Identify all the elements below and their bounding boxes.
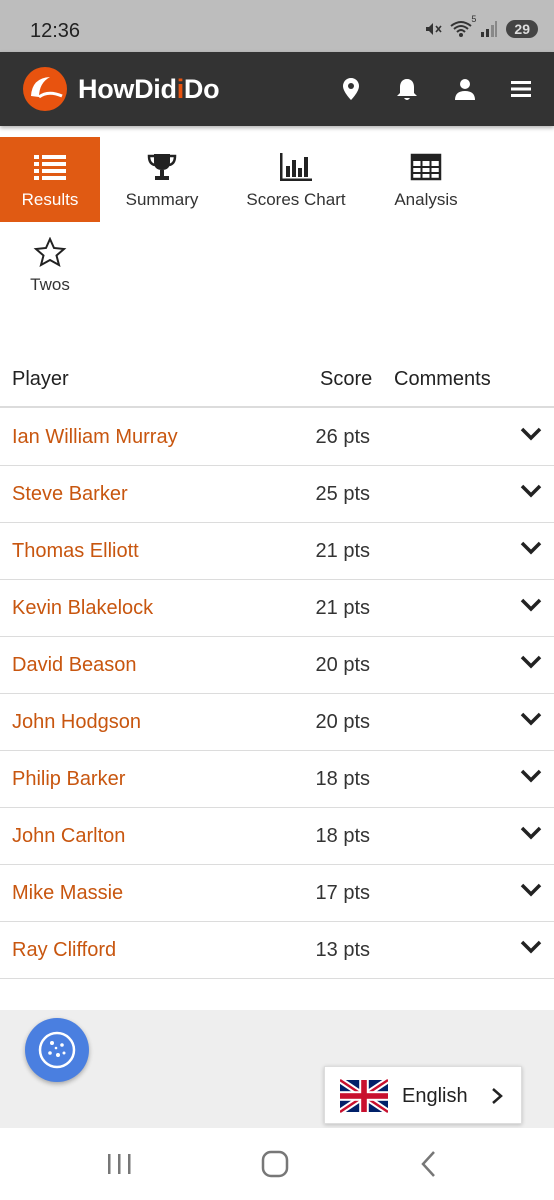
bar-chart-icon — [280, 153, 312, 181]
menu-icon[interactable] — [508, 76, 534, 102]
chevron-down-icon[interactable] — [520, 712, 542, 726]
mute-icon — [426, 23, 443, 35]
player-name[interactable]: Ian William Murray — [12, 426, 178, 449]
recent-apps-icon[interactable] — [102, 1148, 136, 1180]
table-row[interactable]: Ian William Murray 26 pts — [0, 409, 554, 466]
system-nav-bar — [0, 1128, 554, 1200]
player-score: 17 pts — [315, 882, 370, 904]
player-score: 21 pts — [315, 540, 370, 562]
tab-scores-chart[interactable]: Scores Chart — [236, 137, 356, 222]
grid-icon — [410, 153, 442, 181]
table-row[interactable]: David Beason 20 pts — [0, 637, 554, 694]
tab-label: Scores Chart — [246, 190, 346, 209]
language-label: English — [402, 1085, 468, 1107]
player-name[interactable]: Thomas Elliott — [12, 540, 139, 563]
player-name[interactable]: John Hodgson — [12, 711, 141, 734]
table-row[interactable]: Philip Barker 18 pts — [0, 751, 554, 808]
signal-icon — [481, 21, 498, 37]
player-name[interactable]: Kevin Blakelock — [12, 597, 153, 620]
home-icon[interactable] — [258, 1148, 292, 1180]
status-icons: 5 29 — [424, 14, 538, 38]
tab-label: Twos — [30, 275, 70, 294]
player-name[interactable]: Ray Clifford — [12, 939, 116, 962]
uk-flag-icon — [340, 1079, 388, 1113]
table-row[interactable]: John Carlton 18 pts — [0, 808, 554, 865]
cookie-icon — [38, 1031, 76, 1069]
chevron-down-icon[interactable] — [520, 655, 542, 669]
player-score: 20 pts — [315, 654, 370, 676]
table-row[interactable]: Kevin Blakelock 21 pts — [0, 580, 554, 637]
wifi-icon — [450, 21, 473, 37]
brand-prefix: HowDid — [78, 74, 177, 104]
player-name[interactable]: John Carlton — [12, 825, 125, 848]
header-comments: Comments — [394, 368, 491, 390]
list-icon — [34, 155, 66, 180]
app-header: HowDidiDo — [0, 52, 554, 126]
back-icon[interactable] — [414, 1148, 448, 1180]
chevron-down-icon[interactable] — [520, 598, 542, 612]
table-row[interactable]: Thomas Elliott 21 pts — [0, 523, 554, 580]
player-score: 26 pts — [315, 426, 370, 448]
chevron-right-icon — [492, 1088, 503, 1104]
logo-icon[interactable] — [22, 66, 68, 112]
player-score: 21 pts — [315, 597, 370, 619]
player-score: 13 pts — [315, 939, 370, 961]
player-name[interactable]: Philip Barker — [12, 768, 125, 791]
tab-label: Summary — [125, 190, 199, 209]
table-row[interactable]: John Hodgson 20 pts — [0, 694, 554, 751]
player-name[interactable]: Steve Barker — [12, 483, 128, 506]
chevron-down-icon[interactable] — [520, 484, 542, 498]
header-score: Score — [320, 368, 373, 390]
player-name[interactable]: David Beason — [12, 654, 137, 677]
player-score: 20 pts — [315, 711, 370, 733]
location-icon[interactable] — [338, 76, 364, 102]
wifi-badge: 5 — [471, 14, 477, 24]
status-bar: 12:36 5 29 — [0, 0, 554, 52]
chevron-down-icon[interactable] — [520, 826, 542, 840]
star-icon — [33, 237, 67, 267]
chevron-down-icon[interactable] — [520, 427, 542, 441]
table-row[interactable]: Ray Clifford 13 pts — [0, 922, 554, 979]
user-icon[interactable] — [452, 76, 478, 102]
brand-suffix: Do — [183, 74, 220, 104]
tab-twos[interactable]: Twos — [0, 222, 100, 307]
trophy-icon — [147, 154, 177, 180]
brand-name[interactable]: HowDidiDo — [78, 74, 220, 105]
tab-label: Results — [21, 190, 79, 209]
tab-results[interactable]: Results — [0, 137, 100, 222]
header-player: Player — [12, 368, 69, 390]
table-row[interactable]: Steve Barker 25 pts — [0, 466, 554, 523]
results-table-body: Ian William Murray 26 pts Steve Barker 2… — [0, 409, 554, 979]
tab-summary[interactable]: Summary — [112, 137, 212, 222]
chevron-down-icon[interactable] — [520, 541, 542, 555]
chevron-down-icon[interactable] — [520, 769, 542, 783]
tab-label: Analysis — [394, 190, 458, 209]
player-name[interactable]: Mike Massie — [12, 882, 123, 905]
chevron-down-icon[interactable] — [520, 940, 542, 954]
player-score: 25 pts — [315, 483, 370, 505]
battery-indicator: 29 — [506, 20, 538, 38]
status-time: 12:36 — [30, 20, 81, 42]
player-score: 18 pts — [315, 768, 370, 790]
chevron-down-icon[interactable] — [520, 883, 542, 897]
results-table-header: Player Score Comments — [0, 360, 554, 408]
bell-icon[interactable] — [394, 76, 420, 102]
cookie-settings-button[interactable] — [25, 1018, 89, 1082]
table-row[interactable]: Mike Massie 17 pts — [0, 865, 554, 922]
language-selector[interactable]: English — [324, 1066, 522, 1124]
tab-analysis[interactable]: Analysis — [376, 137, 476, 222]
brand-accent: i — [176, 74, 185, 104]
player-score: 18 pts — [315, 825, 370, 847]
